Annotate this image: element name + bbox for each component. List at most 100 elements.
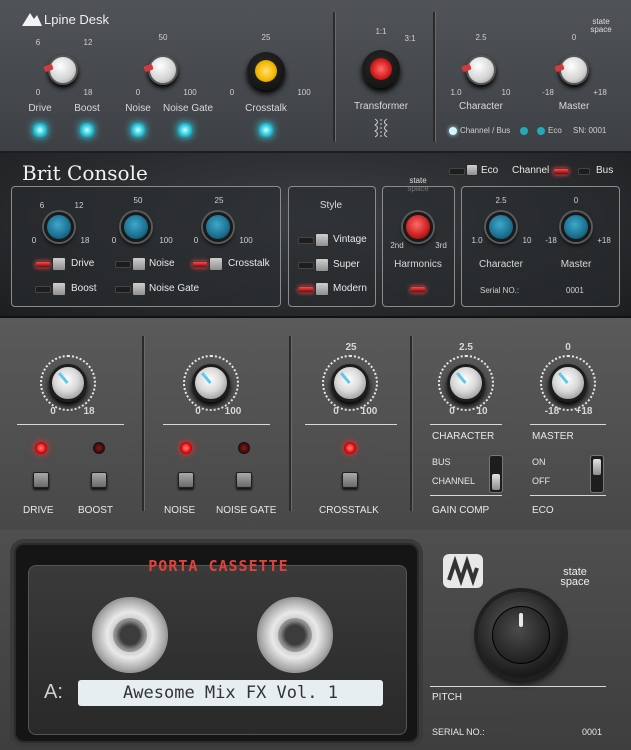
eco-on: ON — [532, 457, 546, 467]
drive-min: 0 — [35, 88, 41, 97]
crosstalk-min: 0 — [229, 88, 235, 97]
eco-label: ECO — [532, 505, 554, 516]
style-title: Style — [319, 200, 343, 211]
modern-button[interactable] — [315, 282, 329, 296]
modern-switch[interactable] — [298, 286, 314, 293]
eco-switch[interactable] — [449, 168, 465, 175]
drive-tick-12: 12 — [83, 38, 93, 47]
character-min: 1.0 — [471, 236, 483, 245]
noise-led[interactable] — [131, 123, 145, 137]
boost-button[interactable] — [91, 472, 107, 488]
master-knob[interactable] — [549, 364, 587, 402]
super-switch[interactable] — [298, 262, 314, 269]
character-label: CHARACTER — [432, 431, 495, 442]
channel-bus-label: Channel / Bus — [460, 126, 511, 135]
lpine-desk-panel: Lpine Desk 6 12 0 18 Drive Boost 50 0 10… — [0, 0, 631, 153]
transformer-icon — [371, 117, 391, 141]
divider-line — [305, 424, 397, 425]
crosstalk-switch[interactable] — [192, 261, 208, 268]
channel-bus-indicator[interactable] — [449, 127, 457, 135]
gain-comp-toggle[interactable] — [489, 455, 503, 493]
crosstalk-label: Crosstalk — [228, 258, 270, 269]
divider-line — [430, 495, 502, 496]
drive-knob[interactable] — [44, 212, 74, 242]
super-button[interactable] — [315, 258, 329, 272]
drive-switch[interactable] — [35, 261, 51, 268]
drive-label: Drive — [71, 258, 95, 269]
crosstalk-max: 100 — [360, 406, 378, 417]
eco-button[interactable] — [466, 164, 478, 176]
divider-line — [163, 424, 270, 425]
character-label: Character — [479, 259, 523, 270]
drive-led[interactable] — [33, 123, 47, 137]
noise-gate-led[interactable] — [178, 123, 192, 137]
noise-button[interactable] — [178, 472, 194, 488]
noise-knob[interactable] — [192, 364, 230, 402]
crosstalk-knob[interactable] — [247, 52, 285, 90]
character-knob[interactable] — [447, 364, 485, 402]
noise-gate-switch[interactable] — [115, 286, 131, 293]
noise-max: 100 — [183, 88, 197, 97]
vintage-button[interactable] — [315, 233, 329, 247]
boost-label: Boost — [74, 103, 100, 114]
noise-switch[interactable] — [115, 261, 131, 268]
divider-line — [17, 424, 124, 425]
harmonics-label: Harmonics — [394, 259, 442, 270]
divider-line — [430, 424, 502, 425]
boost-switch[interactable] — [35, 286, 51, 293]
noise-label: Noise — [149, 258, 175, 269]
noise-gate-led — [238, 442, 250, 454]
vintage-switch[interactable] — [298, 237, 314, 244]
noise-gate-button[interactable] — [236, 472, 252, 488]
pitch-label: PITCH — [432, 692, 462, 703]
crosstalk-knob[interactable] — [203, 212, 233, 242]
noise-gate-button[interactable] — [132, 282, 146, 296]
harmonics-switch[interactable] — [410, 286, 426, 293]
master-knob[interactable] — [561, 212, 591, 242]
drive-min: 0 — [50, 406, 56, 417]
drive-button[interactable] — [52, 257, 66, 271]
character-knob[interactable] — [486, 212, 516, 242]
channel-bus-switch[interactable] — [553, 168, 569, 175]
drive-knob[interactable] — [49, 364, 87, 402]
character-knob[interactable] — [466, 55, 496, 85]
noise-tick: 50 — [133, 196, 143, 205]
noise-gate-label: Noise Gate — [149, 283, 200, 294]
bus-switch[interactable] — [578, 168, 590, 175]
crosstalk-tick: 25 — [214, 196, 224, 205]
crosstalk-knob[interactable] — [331, 364, 369, 402]
pitch-knob[interactable] — [478, 592, 564, 678]
noise-knob[interactable] — [148, 55, 178, 85]
noise-button[interactable] — [132, 257, 146, 271]
gain-comp-bus: BUS — [432, 457, 451, 467]
right-reel-icon — [257, 597, 333, 673]
crosstalk-tick: 25 — [345, 342, 357, 353]
drive-tick-6: 6 — [35, 38, 41, 47]
master-min: -18 — [545, 236, 557, 245]
boost-button[interactable] — [52, 282, 66, 296]
eco-toggle[interactable] — [590, 455, 604, 493]
crosstalk-led[interactable] — [259, 123, 273, 137]
crosstalk-button[interactable] — [342, 472, 358, 488]
character-tick: 2.5 — [459, 342, 473, 353]
crosstalk-min: 0 — [193, 236, 199, 245]
divider — [333, 12, 335, 142]
noise-knob[interactable] — [121, 212, 151, 242]
serial-number: SN: 0001 — [573, 126, 607, 135]
noise-gate-label: Noise Gate — [162, 103, 214, 114]
eco-indicator[interactable] — [520, 127, 528, 135]
crosstalk-tick-25: 25 — [261, 33, 271, 42]
harmonics-knob[interactable] — [403, 212, 433, 242]
crosstalk-button[interactable] — [209, 257, 223, 271]
drive-button[interactable] — [33, 472, 49, 488]
bus-label: Bus — [596, 165, 614, 176]
character-max: 10 — [476, 406, 488, 417]
boost-led — [93, 442, 105, 454]
master-tick: 0 — [571, 33, 577, 42]
divider — [142, 336, 144, 511]
master-knob[interactable] — [559, 55, 589, 85]
divider — [433, 12, 435, 142]
transformer-knob[interactable] — [362, 50, 400, 88]
drive-knob[interactable] — [48, 55, 78, 85]
boost-led[interactable] — [80, 123, 94, 137]
